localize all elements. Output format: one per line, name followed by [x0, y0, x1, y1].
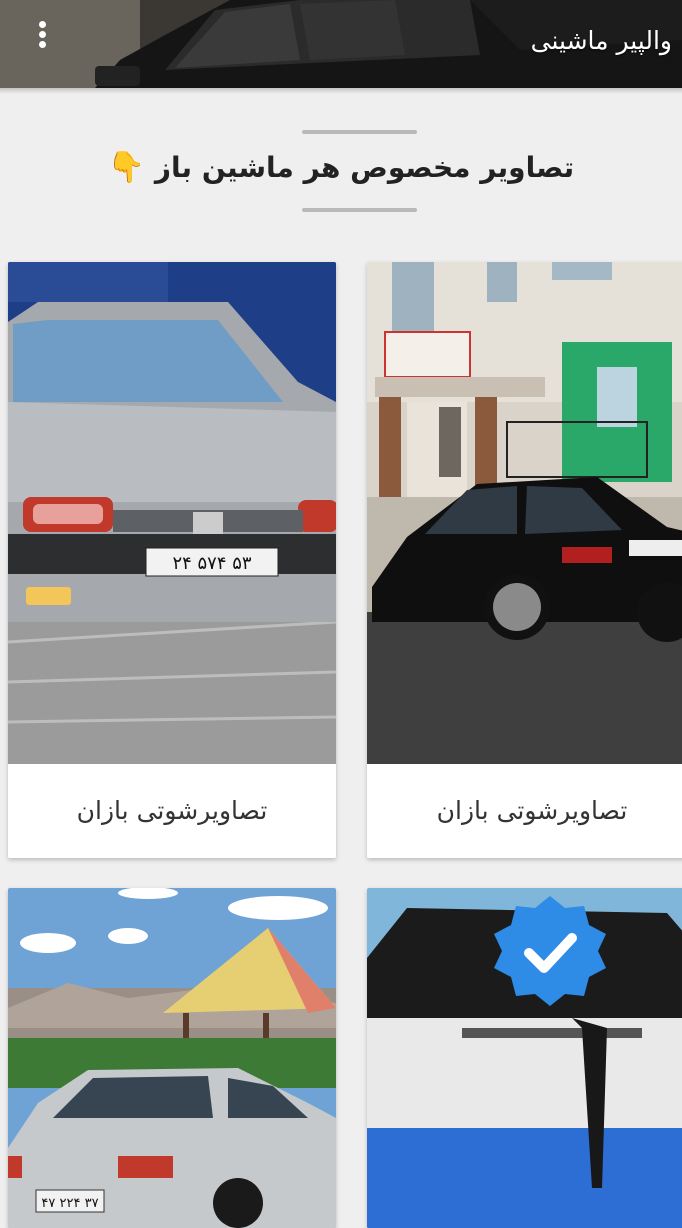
app-bar: والپیر ماشینی: [0, 0, 682, 88]
card-label: تصاویرشوتی بازان: [8, 764, 336, 858]
silver-peugeot-405-gazebo-photo: ۴۷ ۲۲۴ ۳۷: [8, 888, 336, 1228]
pointing-down-emoji: 👇: [107, 150, 146, 185]
black-peugeot-405-photo: [367, 262, 682, 764]
section-title-text: تصاویر مخصوص هر ماشین باز: [154, 151, 575, 184]
app-title: والپیر ماشینی: [530, 26, 672, 55]
section-title: تصاویر مخصوص هر ماشین باز 👇: [0, 150, 682, 185]
silver-peugeot-pars-photo: ۲۴ ۵۷۴ ۵۳: [8, 262, 336, 764]
wallpaper-card-1[interactable]: تصاویرشوتی بازان: [367, 262, 682, 858]
card-label: تصاویرشوتی بازان: [367, 764, 682, 858]
wallpaper-card-3[interactable]: [367, 888, 682, 1228]
title-bottom-divider: [302, 208, 417, 212]
app-bar-shadow: [0, 88, 682, 94]
wallpaper-card-4[interactable]: ۴۷ ۲۲۴ ۳۷: [8, 888, 336, 1228]
license-plate: ۴۷ ۲۲۴ ۳۷: [41, 1196, 98, 1211]
more-vert-icon[interactable]: [30, 18, 54, 58]
license-plate: ۲۴ ۵۷۴ ۵۳: [172, 553, 251, 574]
wallpaper-card-2[interactable]: ۲۴ ۵۷۴ ۵۳ تصاویرشوتی بازان: [8, 262, 336, 858]
blue-pickup-truck-photo: [367, 888, 682, 1228]
title-top-divider: [302, 130, 417, 134]
